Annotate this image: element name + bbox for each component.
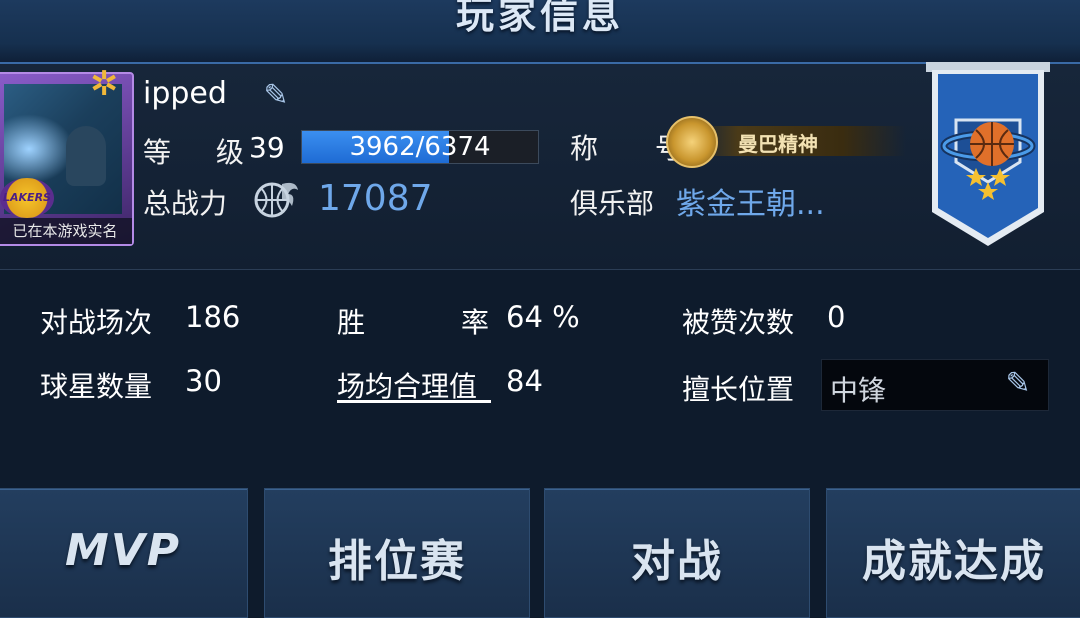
- matches-label: 对战场次: [40, 306, 153, 339]
- power-value: 17087: [318, 178, 433, 219]
- tab-mvp[interactable]: MVP: [0, 488, 248, 618]
- honor-title: 曼巴精神: [738, 132, 818, 156]
- honor-badge[interactable]: 曼巴精神: [666, 116, 906, 168]
- winrate-label-part1: 胜: [337, 306, 366, 339]
- top-bar: 玩家信息: [0, 0, 1080, 64]
- edit-position-pencil-icon[interactable]: ✎: [998, 364, 1038, 404]
- level-label: 等 级: [143, 136, 262, 169]
- exp-text: 3962/6374: [349, 132, 491, 162]
- stars-value: 30: [185, 364, 222, 398]
- tab-battle[interactable]: 对战: [544, 488, 810, 618]
- position-value: 中锋: [830, 374, 887, 407]
- exp-bar: 3962/6374: [301, 130, 539, 164]
- real-name-caption: 已在本游戏实名: [0, 218, 132, 244]
- basketball-banner-icon[interactable]: [926, 62, 1050, 248]
- stars-label: 球星数量: [40, 370, 153, 403]
- palm-decoration-icon: ✲: [90, 64, 119, 104]
- club-label: 俱乐部: [570, 187, 655, 220]
- power-label: 总战力: [143, 187, 228, 220]
- avg-rating-value: 84: [506, 364, 543, 398]
- basketball-fire-icon: [254, 182, 298, 218]
- tab-ranked-label: 排位赛: [328, 536, 466, 587]
- club-name[interactable]: 紫金王朝...: [676, 179, 825, 223]
- tab-mvp-label: MVP: [64, 525, 182, 576]
- lakers-badge-icon: LAKERS: [0, 178, 54, 218]
- position-field[interactable]: 中锋 ✎: [821, 359, 1049, 411]
- avg-rating-underline: [337, 400, 491, 403]
- likes-label: 被赞次数: [682, 306, 795, 339]
- level-value: 39: [249, 131, 285, 164]
- likes-value: 0: [827, 300, 846, 334]
- tab-battle-label: 对战: [631, 536, 723, 587]
- player-name: ipped: [143, 76, 227, 111]
- tab-ranked[interactable]: 排位赛: [264, 488, 530, 618]
- tab-achievements[interactable]: 成就达成: [826, 488, 1080, 618]
- avatar[interactable]: LAKERS ✲ 已在本游戏实名: [0, 64, 134, 246]
- edit-name-pencil-icon[interactable]: ✎: [256, 76, 296, 116]
- winrate-value: 64 %: [506, 300, 580, 334]
- winrate-label-part2: 率: [461, 306, 490, 339]
- gold-basketball-coin-icon: [666, 116, 718, 168]
- position-label: 擅长位置: [682, 373, 795, 406]
- tab-achievements-label: 成就达成: [862, 536, 1046, 587]
- matches-value: 186: [185, 300, 241, 334]
- page-title: 玩家信息: [455, 0, 624, 37]
- avg-rating-link[interactable]: 场均合理值: [337, 365, 477, 405]
